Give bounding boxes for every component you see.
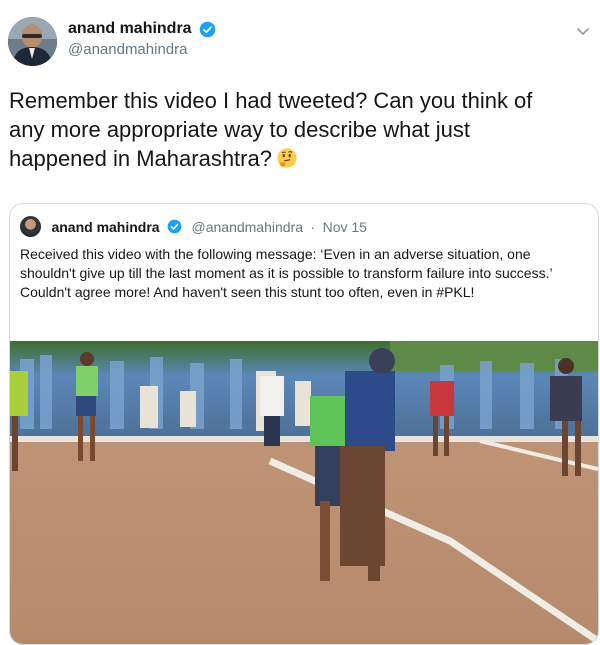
thinking-face-icon xyxy=(276,147,298,169)
quoted-author-display-name: anand mahindra xyxy=(51,218,160,235)
author-display-name[interactable]: anand mahindra xyxy=(68,20,192,38)
author-avatar[interactable] xyxy=(8,17,57,66)
quoted-tweet-text: Received this video with the following m… xyxy=(20,246,553,300)
author-block[interactable]: anand mahindra @anandmahindra xyxy=(68,20,216,58)
quoted-tweet-header: anand mahindra @anandmahindra · Nov 15 xyxy=(20,216,367,238)
meta-separator: · xyxy=(310,218,316,235)
quoted-tweet[interactable]: anand mahindra @anandmahindra · Nov 15 R… xyxy=(9,203,599,645)
quoted-tweet-date: Nov 15 xyxy=(322,218,367,235)
kabaddi-match-video[interactable] xyxy=(10,341,598,644)
verified-badge-icon xyxy=(167,219,182,234)
verified-badge-icon xyxy=(199,21,216,38)
tweet-text: Remember this video I had tweeted? Can y… xyxy=(9,88,533,171)
quoted-author-avatar xyxy=(20,216,41,237)
chevron-down-icon[interactable] xyxy=(576,24,590,38)
tweet-body: Remember this video I had tweeted? Can y… xyxy=(9,86,569,173)
quoted-author-handle: @anandmahindra xyxy=(191,218,304,235)
author-handle[interactable]: @anandmahindra xyxy=(68,41,216,58)
tweet-card[interactable]: anand mahindra @anandmahindra Remember t… xyxy=(0,0,600,645)
